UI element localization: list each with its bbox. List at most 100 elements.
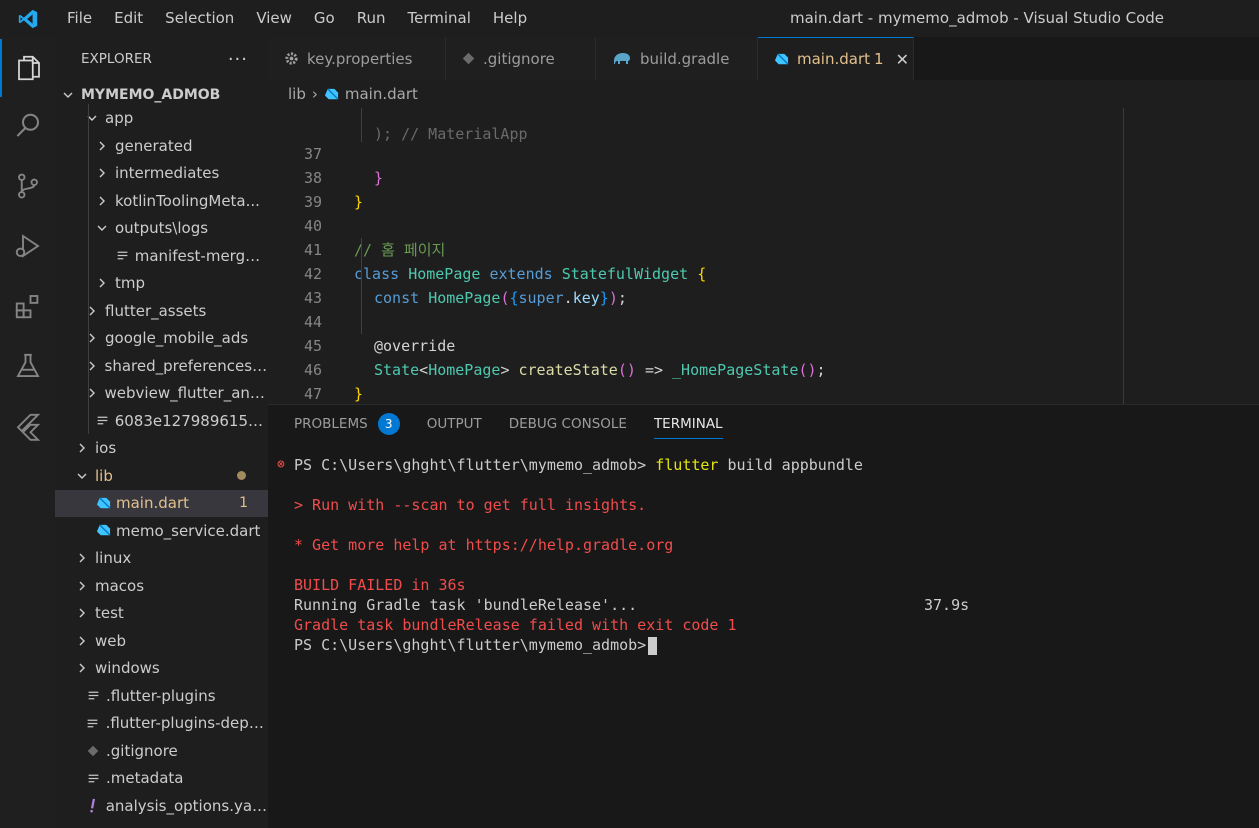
tab-build-gradle[interactable]: build.gradle [596, 37, 758, 80]
elapsed-time: 37.9s [924, 596, 970, 614]
code-line: 43 [268, 262, 1259, 307]
code-line: 42 const HomePage({super.key}); [268, 238, 1259, 307]
chevron-right-icon [95, 167, 109, 179]
terminal-cursor [648, 636, 658, 655]
tree-item-label: webview_flutter_and... [104, 384, 268, 402]
chevron-right-icon [75, 607, 89, 619]
menu-file[interactable]: File [56, 0, 103, 37]
error-circle-icon: ⊗ [277, 457, 285, 472]
tree-folder-item[interactable]: google_mobile_ads [55, 325, 268, 352]
menu-terminal[interactable]: Terminal [397, 0, 482, 37]
menu-selection[interactable]: Selection [154, 0, 245, 37]
tree-folder-item[interactable]: generated [55, 132, 268, 159]
gradle-elephant-icon [612, 51, 632, 66]
tab-key-properties[interactable]: key.properties [268, 37, 446, 80]
tree-file-item[interactable]: .gitignore [55, 737, 268, 764]
source-control-icon[interactable] [0, 157, 55, 215]
tab-gitignore[interactable]: .gitignore [446, 37, 596, 80]
tab-label: key.properties [307, 49, 413, 68]
dart-icon [774, 52, 789, 67]
menu-view[interactable]: View [245, 0, 303, 37]
breadcrumb-file[interactable]: main.dart [345, 85, 418, 103]
tab-output[interactable]: OUTPUT [427, 405, 482, 443]
close-icon[interactable]: ✕ [896, 50, 909, 69]
tree-folder-item[interactable]: test [55, 600, 268, 627]
tree-folder-item[interactable]: macos [55, 572, 268, 599]
code-editor[interactable]: ); // MaterialApp 37 } 38 } 39 40 // 홈 페… [268, 108, 1259, 404]
menu-help[interactable]: Help [482, 0, 538, 37]
tab-problems-label: PROBLEMS [294, 416, 368, 432]
tree-folder-item[interactable]: windows [55, 655, 268, 682]
tree-item-label: main.dart [116, 494, 190, 512]
tree-folder-item[interactable]: web [55, 627, 268, 654]
tree-item-label: generated [115, 136, 193, 155]
tree-file-item[interactable]: .metadata [55, 765, 268, 792]
activity-bar [0, 37, 55, 828]
tree-folder-item[interactable]: webview_flutter_and... [55, 380, 268, 407]
tab-label: main.dart [797, 50, 871, 68]
more-actions-icon[interactable]: ··· [228, 49, 248, 70]
explorer-sidebar: EXPLORER ··· MYMEMO_ADMOB app generated in… [55, 37, 268, 828]
tab-main-dart[interactable]: main.dart 1 ✕ [758, 37, 914, 80]
dart-icon [95, 496, 111, 511]
code-line: 47 [268, 358, 1259, 403]
tree-folder-item[interactable]: shared_preferences_... [55, 352, 268, 379]
tree-item-label: app [105, 109, 134, 127]
tree-folder-item[interactable]: flutter_assets [55, 297, 268, 324]
tree-folder-item[interactable]: kotlinToolingMeta... [55, 187, 268, 214]
minimap-edge [1123, 108, 1124, 404]
indent-guide [361, 238, 362, 334]
chevron-down-icon [61, 89, 75, 101]
code-line: 39 [268, 166, 1259, 211]
tree-folder-item[interactable]: tmp [55, 270, 268, 297]
extensions-icon[interactable] [0, 277, 55, 335]
tab-problem-count: 1 [874, 50, 884, 68]
tree-file-item[interactable]: .flutter-plugins-depe... [55, 710, 268, 737]
terminal-line-command: PS C:\Users\ghght\flutter\mymemo_admob> … [294, 456, 863, 474]
tree-file-item[interactable]: analysis_options.yaml [55, 792, 268, 819]
tab-problems[interactable]: PROBLEMS 3 [294, 405, 400, 443]
menu-go[interactable]: Go [303, 0, 346, 37]
run-debug-icon[interactable] [0, 217, 55, 275]
tree-item-label: google_mobile_ads [105, 329, 249, 347]
tab-terminal[interactable]: TERMINAL [653, 405, 723, 443]
testing-flask-icon[interactable] [0, 337, 55, 395]
tree-folder-item[interactable]: app [55, 105, 268, 132]
tree-file-item[interactable]: .flutter-plugins [55, 682, 268, 709]
tree-file-item[interactable]: main.dart 1 [55, 489, 268, 517]
code-line: 44 @override [268, 286, 1259, 355]
tree-item-label: shared_preferences_... [104, 356, 268, 375]
menu-run[interactable]: Run [346, 0, 397, 37]
problems-count-badge: 3 [377, 413, 400, 435]
terminal-line-running: Running Gradle task 'bundleRelease'... 37… [294, 596, 970, 614]
tree-item-label: windows [95, 659, 160, 677]
breadcrumb-folder[interactable]: lib [288, 85, 306, 103]
tree-file-item[interactable]: memo_service.dart [55, 517, 268, 544]
breadcrumb: lib › main.dart [268, 80, 1259, 108]
code-line: 40 // 홈 페이지 [268, 190, 1259, 259]
tree-folder-item[interactable]: intermediates [55, 160, 268, 187]
explorer-title: EXPLORER [81, 51, 152, 67]
tree-item-label: ios [95, 439, 117, 457]
editor-tabs: key.properties .gitignore build.gradle m… [268, 37, 1259, 80]
lines-file-icon [85, 772, 101, 785]
search-icon[interactable] [0, 97, 55, 155]
explorer-header: EXPLORER ··· [55, 37, 268, 81]
menu-edit[interactable]: Edit [103, 0, 154, 37]
tab-debug-console[interactable]: DEBUG CONSOLE [509, 405, 627, 443]
lines-file-icon [85, 689, 101, 702]
tree-file-item[interactable]: manifest-merger-... [55, 242, 268, 269]
breadcrumb-separator: › [311, 85, 318, 103]
tree-folder-item[interactable]: lib [55, 462, 268, 489]
code-line: 45 State<HomePage> createState() => _Hom… [268, 310, 1259, 379]
flutter-icon[interactable] [0, 397, 55, 455]
git-icon [462, 52, 475, 65]
terminal-line-help: * Get more help at https://help.gradle.o… [294, 536, 674, 554]
tree-file-item[interactable]: 6083e12798961555... [55, 407, 268, 434]
panel-tabs: PROBLEMS 3 OUTPUT DEBUG CONSOLE TERMINAL [268, 405, 750, 443]
tree-folder-item[interactable]: outputs\logs [55, 215, 268, 242]
chevron-right-icon [75, 580, 89, 592]
tree-folder-item[interactable]: linux [55, 545, 268, 572]
tree-folder-item[interactable]: ios [55, 435, 268, 462]
explorer-icon[interactable] [0, 39, 55, 97]
